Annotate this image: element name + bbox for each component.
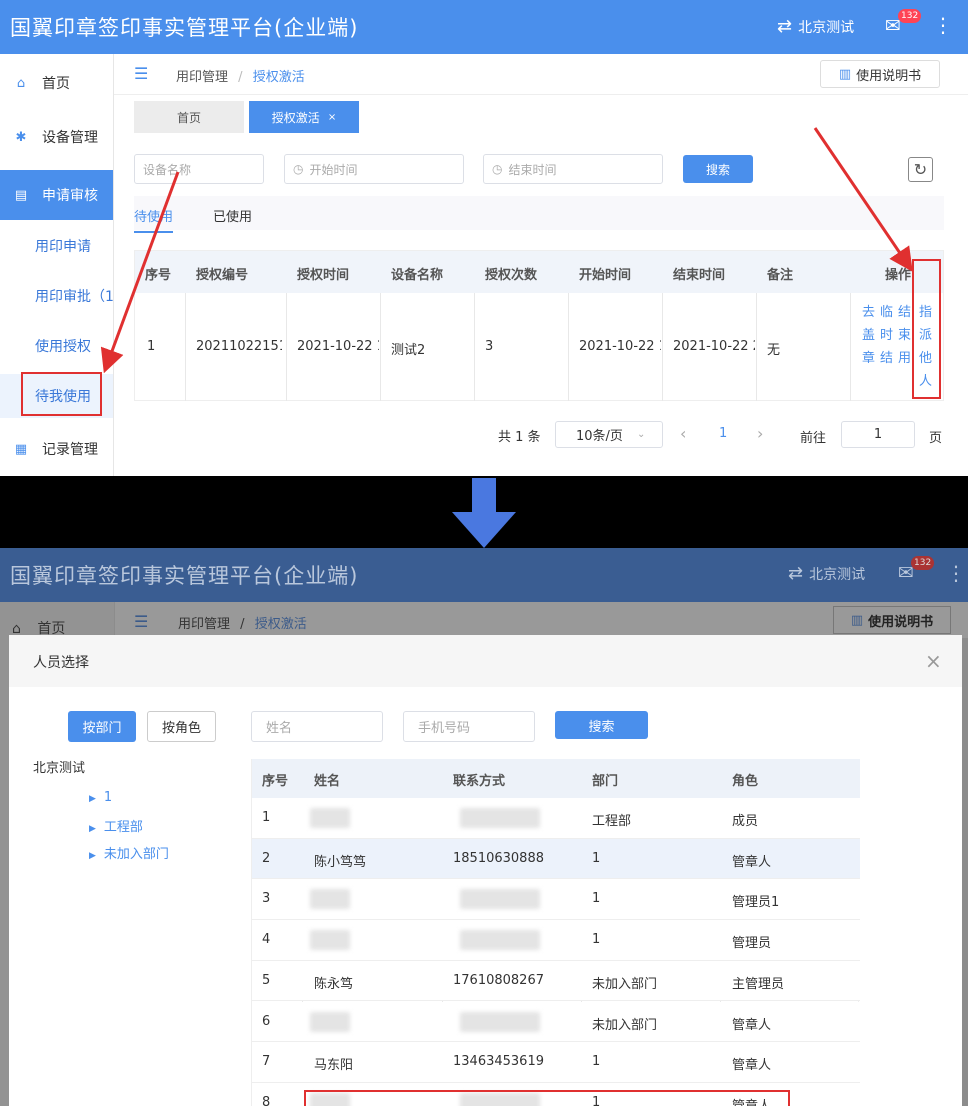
cell-dept: 1 bbox=[592, 932, 601, 948]
cell-dept: 未加入部门 bbox=[592, 1017, 658, 1033]
cell-dept: 工程部 bbox=[592, 814, 632, 829]
mail-badge: 132 bbox=[911, 556, 935, 570]
cell-index: 6 bbox=[262, 1013, 271, 1029]
cell-role: 管章人 bbox=[732, 854, 772, 870]
tree-node-label: 未加入部门 bbox=[103, 847, 169, 862]
cell-index: 1 bbox=[262, 810, 271, 825]
dialog-header: 人员选择 × bbox=[9, 635, 962, 687]
cell-index: 3 bbox=[262, 891, 271, 907]
dept-tree: 北京测试 ▶ 1 ▶ 工程部 ▶ 未加入部门 bbox=[33, 757, 233, 877]
org-switch-label: 北京测试 bbox=[809, 566, 866, 583]
table-row[interactable]: 1 工程部 成员 bbox=[252, 798, 860, 839]
cell-phone: 18510630888 bbox=[453, 850, 544, 866]
arrow-to-pending-menu bbox=[100, 171, 180, 374]
cell-role: 管章人 bbox=[732, 1017, 772, 1033]
cell-dept: 未加入部门 bbox=[592, 976, 658, 992]
cell-role: 成员 bbox=[732, 814, 759, 829]
switch-icon: ⇄ bbox=[788, 563, 804, 584]
by-role-button[interactable]: 按角色 bbox=[147, 711, 216, 742]
phone-input[interactable]: 手机号码 bbox=[403, 711, 535, 742]
breadcrumb-current: 授权激活 bbox=[254, 617, 307, 632]
cell-phone: 13463453619 bbox=[453, 1054, 544, 1070]
redacted-name bbox=[310, 808, 350, 828]
redacted-phone bbox=[460, 930, 540, 951]
arrow-to-assign-action bbox=[813, 127, 913, 272]
col-phone: 联系方式 bbox=[453, 774, 506, 789]
manual-button: ▥ 使用说明书 bbox=[833, 606, 951, 634]
annotation-arrows bbox=[100, 127, 913, 374]
close-icon[interactable]: × bbox=[925, 649, 942, 673]
app-header-dim: 国翼印章签印事实管理平台(企业端) ⇄ 北京测试 ✉ 132 ⋮ bbox=[0, 548, 968, 602]
tree-node-label: 1 bbox=[103, 790, 113, 805]
manual-label: 使用说明书 bbox=[868, 614, 934, 630]
table-row[interactable]: 4 1 管理员 bbox=[252, 920, 860, 961]
cell-index: 8 bbox=[262, 1094, 271, 1106]
cell-role: 主管理员 bbox=[732, 976, 785, 992]
cell-phone: 17610808267 bbox=[453, 972, 544, 988]
person-table: 序号 姓名 联系方式 部门 角色 1 工程部 成员 2 陈小笃笃 18510630888 1… bbox=[251, 759, 860, 1106]
cell-index: 7 bbox=[262, 1054, 271, 1070]
table-row[interactable]: 5 陈永笃 17610808267 未加入部门 主管理员 bbox=[252, 960, 860, 1002]
cell-name: 陈小笃笃 bbox=[314, 854, 367, 870]
caret-right-icon: ▶ bbox=[89, 824, 96, 834]
tree-node-label: 工程部 bbox=[103, 820, 143, 835]
cell-role: 管理员 bbox=[732, 936, 772, 952]
col-role: 角色 bbox=[732, 774, 759, 789]
cell-name: 陈永笃 bbox=[314, 976, 354, 992]
arrow-down-icon bbox=[452, 478, 516, 548]
menu-toggle-icon: ☰ bbox=[134, 612, 149, 631]
cell-index: 2 bbox=[262, 850, 271, 866]
redacted-name bbox=[310, 930, 350, 951]
name-input[interactable]: 姓名 bbox=[251, 711, 383, 742]
redacted-name bbox=[310, 889, 350, 910]
tree-node-unassigned[interactable]: ▶ 未加入部门 bbox=[89, 843, 169, 862]
col-dept: 部门 bbox=[592, 774, 619, 789]
by-dept-button[interactable]: 按部门 bbox=[68, 711, 136, 742]
tree-node-1[interactable]: ▶ 1 bbox=[89, 790, 112, 805]
cell-index: 4 bbox=[262, 932, 271, 948]
col-index: 序号 bbox=[262, 774, 289, 789]
bottom-screenshot: 国翼印章签印事实管理平台(企业端) ⇄ 北京测试 ✉ 132 ⋮ ⌂ 首页 ☰ … bbox=[0, 548, 968, 1106]
cell-dept: 1 bbox=[592, 850, 601, 866]
table-row[interactable]: 6 未加入部门 管章人 bbox=[252, 1001, 860, 1043]
table-header bbox=[252, 759, 860, 798]
breadcrumb-parent: 用印管理 bbox=[178, 617, 231, 632]
caret-right-icon: ▶ bbox=[89, 794, 96, 804]
breadcrumb: 用印管理 / 授权激活 bbox=[178, 617, 307, 632]
dialog-title: 人员选择 bbox=[33, 655, 89, 671]
table-row[interactable]: 7 马东阳 13463453619 1 管章人 bbox=[252, 1042, 860, 1083]
tree-root[interactable]: 北京测试 bbox=[33, 757, 85, 776]
redacted-name bbox=[310, 1011, 350, 1032]
dialog-search-button[interactable]: 搜索 bbox=[555, 711, 648, 739]
cell-name: 马东阳 bbox=[314, 1058, 354, 1074]
caret-right-icon: ▶ bbox=[89, 851, 96, 861]
cell-index: 5 bbox=[262, 972, 271, 988]
redacted-phone bbox=[460, 1011, 540, 1032]
redacted-phone bbox=[460, 889, 540, 910]
col-name: 姓名 bbox=[314, 774, 341, 789]
cell-role: 管理员1 bbox=[732, 895, 780, 911]
mail-button[interactable]: ✉ 132 bbox=[898, 556, 935, 584]
person-select-dialog: 人员选择 × 按部门 按角色 姓名 手机号码 搜索 北京测试 ▶ 1 ▶ 工程部 ▶… bbox=[9, 635, 962, 1106]
tree-node-engineering[interactable]: ▶ 工程部 bbox=[89, 816, 143, 835]
cell-dept: 1 bbox=[592, 891, 601, 907]
cell-role: 管章人 bbox=[732, 1058, 772, 1074]
org-switch[interactable]: ⇄ 北京测试 bbox=[788, 563, 865, 584]
redacted-phone bbox=[460, 808, 540, 828]
selected-person-highlight bbox=[304, 1090, 790, 1106]
table-row[interactable]: 3 1 管理员1 bbox=[252, 879, 860, 921]
table-row[interactable]: 2 陈小笃笃 18510630888 1 管章人 bbox=[252, 838, 860, 880]
cell-dept: 1 bbox=[592, 1054, 601, 1070]
book-icon: ▥ bbox=[850, 612, 864, 628]
app-title: 国翼印章签印事实管理平台(企业端) bbox=[10, 564, 359, 588]
more-menu-icon[interactable]: ⋮ bbox=[946, 560, 966, 586]
